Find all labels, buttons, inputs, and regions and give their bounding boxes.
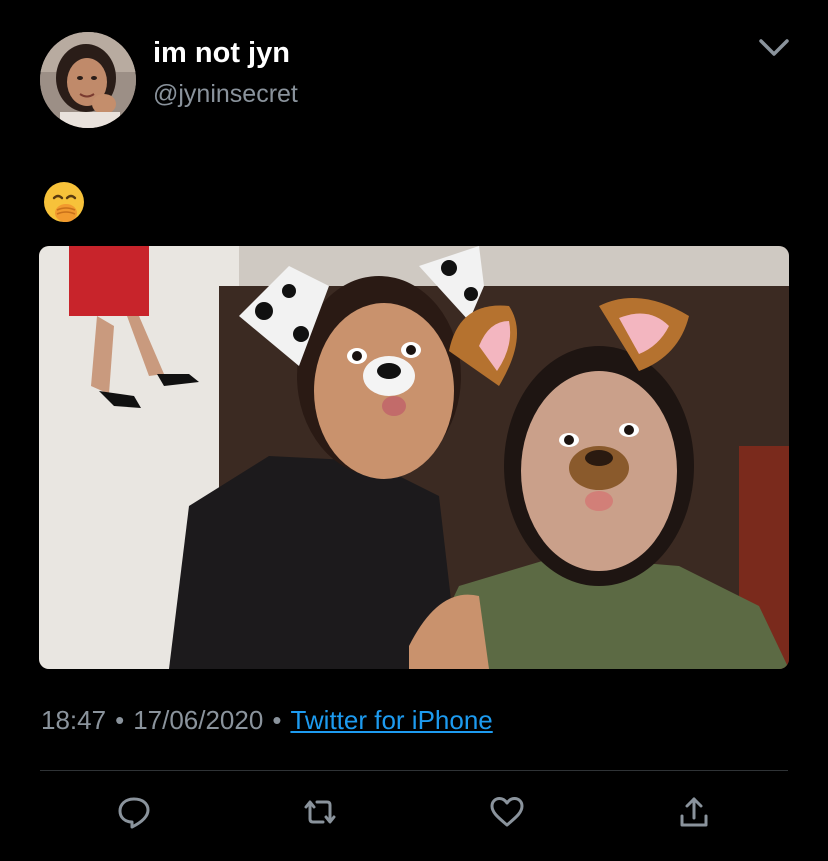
author-display-name[interactable]: im not jyn xyxy=(153,35,290,71)
share-icon xyxy=(680,797,708,827)
reply-icon xyxy=(118,797,150,829)
tweet-source-link[interactable]: Twitter for iPhone xyxy=(290,705,492,735)
tweet-time[interactable]: 18:47 xyxy=(41,705,106,735)
user-avatar-photo xyxy=(40,32,136,128)
tweet-options-button[interactable] xyxy=(752,30,796,66)
retweet-icon xyxy=(304,800,336,824)
tweet-date[interactable]: 17/06/2020 xyxy=(133,705,263,735)
tweet-photo[interactable] xyxy=(39,246,789,669)
author-avatar[interactable] xyxy=(40,32,136,128)
chevron-down-icon xyxy=(759,39,789,56)
share-button[interactable] xyxy=(670,792,718,836)
divider xyxy=(40,770,788,771)
retweet-button[interactable] xyxy=(296,792,344,836)
separator-dot: • xyxy=(272,705,282,735)
like-button[interactable] xyxy=(483,792,531,836)
face-with-hand-over-mouth-emoji xyxy=(44,182,84,222)
author-handle[interactable]: @jyninsecret xyxy=(153,78,298,110)
separator-dot: • xyxy=(115,705,125,735)
tweet-photo-selfie-with-dog-filters xyxy=(39,246,789,669)
reply-button[interactable] xyxy=(110,792,158,836)
tweet-text xyxy=(42,180,90,228)
like-icon xyxy=(490,797,524,827)
tweet-metadata: 18:47 • 17/06/2020 • Twitter for iPhone xyxy=(41,703,493,737)
